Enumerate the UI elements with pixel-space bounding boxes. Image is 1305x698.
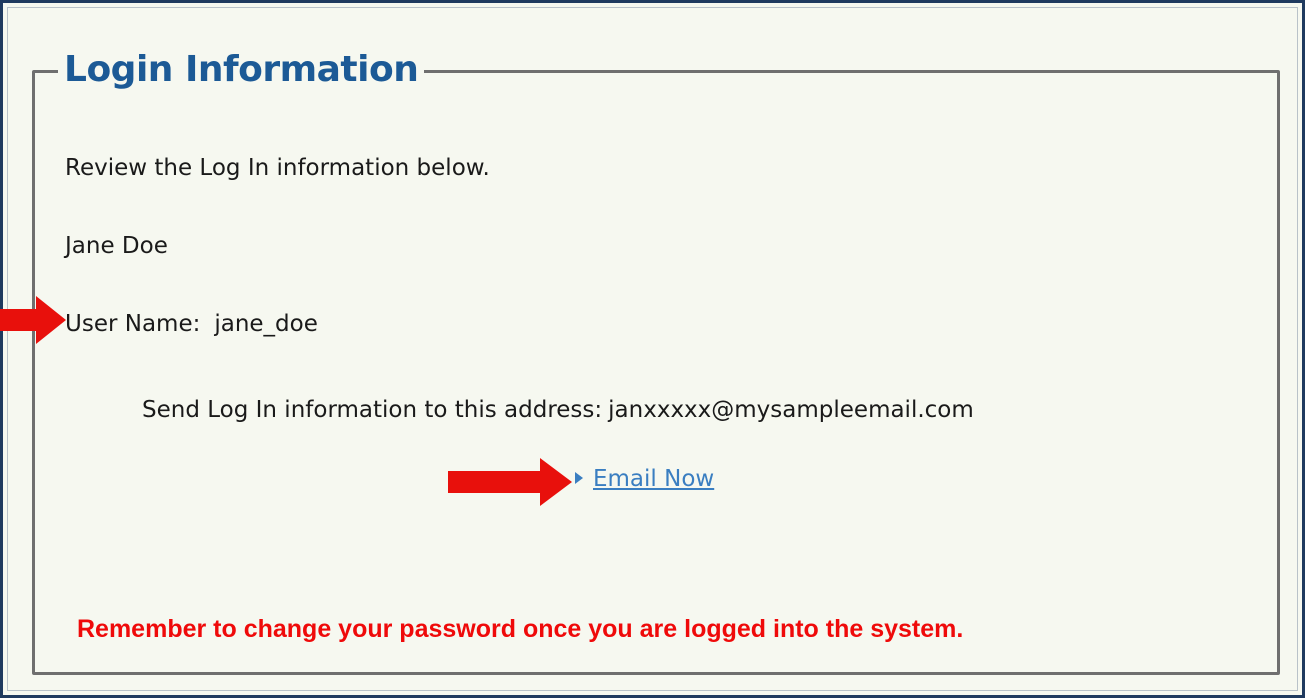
full-name: Jane Doe xyxy=(65,233,168,259)
email-address: janxxxxx@mysampleemail.com xyxy=(608,397,974,423)
email-now-link[interactable]: Email Now xyxy=(575,465,714,493)
section-title: Login Information xyxy=(58,44,425,96)
intro-text: Review the Log In information below. xyxy=(65,155,490,181)
arrow-right-icon xyxy=(448,458,572,506)
send-info-row: Send Log In information to this address:… xyxy=(142,396,974,424)
password-warning: Remember to change your password once yo… xyxy=(77,615,964,643)
email-now-label: Email Now xyxy=(593,466,715,492)
caret-right-icon xyxy=(575,472,583,484)
username-row: User Name: jane_doe xyxy=(65,310,318,338)
username-value: jane_doe xyxy=(214,311,318,337)
username-label: User Name: xyxy=(65,311,201,337)
arrow-right-icon xyxy=(0,296,66,344)
send-info-label: Send Log In information to this address: xyxy=(142,397,603,423)
